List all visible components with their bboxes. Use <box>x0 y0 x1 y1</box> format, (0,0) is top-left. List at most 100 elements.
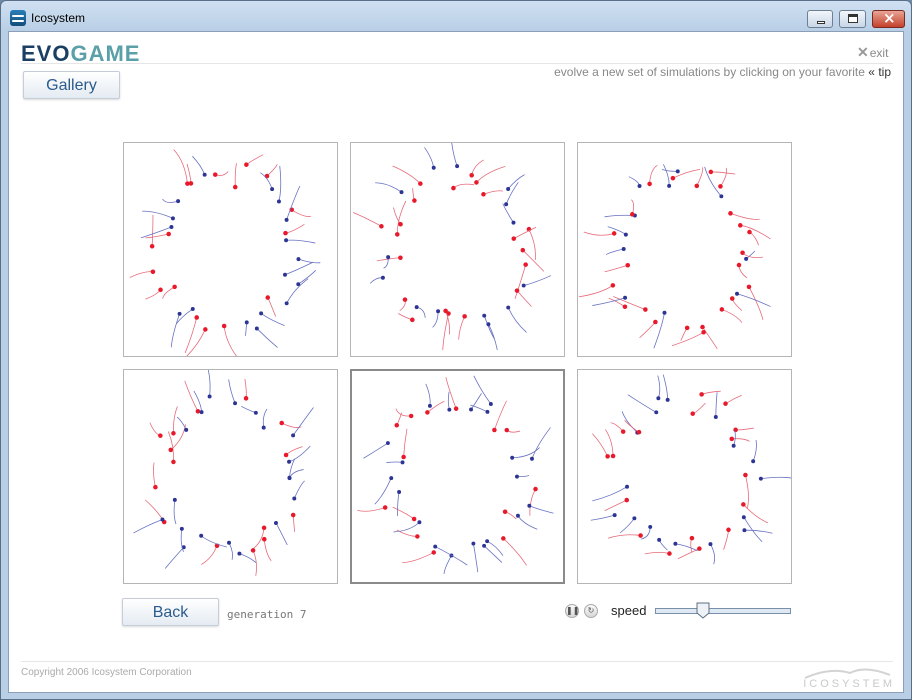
footer-logo-text: ICOSYSTEM <box>803 678 895 690</box>
agent-dot <box>436 309 441 314</box>
agent-dot <box>291 433 296 438</box>
agent-trail <box>173 149 188 184</box>
agent-dot <box>699 392 704 397</box>
agent-trail <box>735 427 754 431</box>
agent-dot <box>620 429 626 434</box>
simulation-tile-5[interactable] <box>350 369 565 584</box>
agent-dot <box>486 322 491 327</box>
agent-dot <box>276 199 281 204</box>
maximize-button[interactable] <box>839 10 866 28</box>
agent-trail <box>424 147 435 168</box>
agent-trail <box>641 526 651 540</box>
agent-trail <box>278 165 282 202</box>
agent-dot <box>402 297 408 302</box>
agent-dot <box>382 505 388 510</box>
agent-trail <box>393 207 401 225</box>
agent-trail <box>374 477 392 505</box>
agent-dot <box>451 185 456 191</box>
pause-icon[interactable]: ❚❚ <box>565 604 579 618</box>
restart-icon[interactable]: ↻ <box>584 604 598 618</box>
agent-trail <box>170 424 187 451</box>
maximize-icon <box>848 14 858 23</box>
agent-dot <box>474 180 479 185</box>
agent-trail <box>228 542 233 560</box>
close-button[interactable]: × <box>872 9 905 28</box>
agent-trail <box>241 405 257 414</box>
agent-dot <box>723 401 728 406</box>
agent-dot <box>482 313 487 318</box>
agent-trail <box>442 313 449 351</box>
agent-trail <box>267 297 277 317</box>
agent-trail <box>578 285 614 298</box>
agent-trail <box>223 325 237 356</box>
agent-trail <box>503 538 527 566</box>
agent-dot <box>621 247 626 251</box>
simulation-tile-3[interactable] <box>577 142 792 357</box>
agent-trail <box>193 390 202 413</box>
agent-trail <box>663 164 670 186</box>
agent-trail <box>608 297 626 308</box>
agent-dot <box>726 527 731 533</box>
agent-dot <box>379 224 384 229</box>
exit-link[interactable]: ✕exit <box>857 44 888 61</box>
agent-trail <box>443 555 452 575</box>
agent-trail <box>186 329 206 356</box>
simulation-tile-2[interactable] <box>350 142 565 357</box>
agent-trail <box>592 297 626 306</box>
agent-dot <box>199 533 204 538</box>
agent-trail <box>142 210 174 219</box>
agent-dot <box>506 305 511 310</box>
agent-trail <box>740 224 771 240</box>
simulation-canvas <box>129 149 321 356</box>
close-icon: × <box>883 9 896 27</box>
agent-dot <box>643 307 648 312</box>
footer-divider <box>21 661 893 662</box>
agent-trail <box>396 200 407 235</box>
agent-trail <box>476 166 506 183</box>
agent-dot <box>177 311 182 316</box>
agent-dot <box>731 443 736 448</box>
agent-dot <box>412 198 417 203</box>
agent-dot <box>290 512 296 518</box>
speed-slider-thumb[interactable] <box>696 602 710 619</box>
agent-trail <box>710 171 736 175</box>
agent-dot <box>172 284 177 290</box>
agent-trail <box>298 270 317 285</box>
agent-trail <box>607 534 641 539</box>
agent-dot <box>433 544 438 549</box>
copyright-text: Copyright 2006 Icosystem Corporation <box>21 667 192 678</box>
agent-dot <box>171 431 176 436</box>
agent-dot <box>415 534 420 539</box>
agent-dot <box>662 310 667 315</box>
gallery-button[interactable]: Gallery <box>23 71 120 99</box>
agent-dot <box>737 223 743 228</box>
simulation-tile-1[interactable] <box>123 142 338 357</box>
agent-trail <box>133 519 163 534</box>
agent-trail <box>661 169 678 172</box>
agent-dot <box>195 409 201 414</box>
simulation-tile-6[interactable] <box>577 369 792 584</box>
speed-slider-track[interactable] <box>655 608 791 614</box>
agent-dot <box>743 472 748 478</box>
agent-trail <box>275 522 288 546</box>
tip-link[interactable]: « tip <box>868 65 891 79</box>
simulation-tile-4[interactable] <box>123 369 338 584</box>
agent-dot <box>481 192 486 197</box>
agent-dot <box>701 329 706 335</box>
agent-trail <box>613 296 646 310</box>
agent-dot <box>718 184 723 189</box>
minimize-icon <box>817 21 825 24</box>
agent-dot <box>259 311 264 316</box>
tip-marker: « <box>868 65 875 79</box>
agent-dot <box>380 275 385 280</box>
agent-trail <box>200 535 227 548</box>
agent-dot <box>170 216 175 221</box>
icosystem-logo-icon <box>10 10 26 26</box>
back-button[interactable]: Back <box>122 598 219 626</box>
agent-dot <box>194 315 199 320</box>
agent-dot <box>506 186 511 191</box>
agent-dot <box>283 230 288 236</box>
agent-dot <box>179 526 184 531</box>
agent-trail <box>592 433 608 457</box>
minimize-button[interactable] <box>807 10 833 28</box>
